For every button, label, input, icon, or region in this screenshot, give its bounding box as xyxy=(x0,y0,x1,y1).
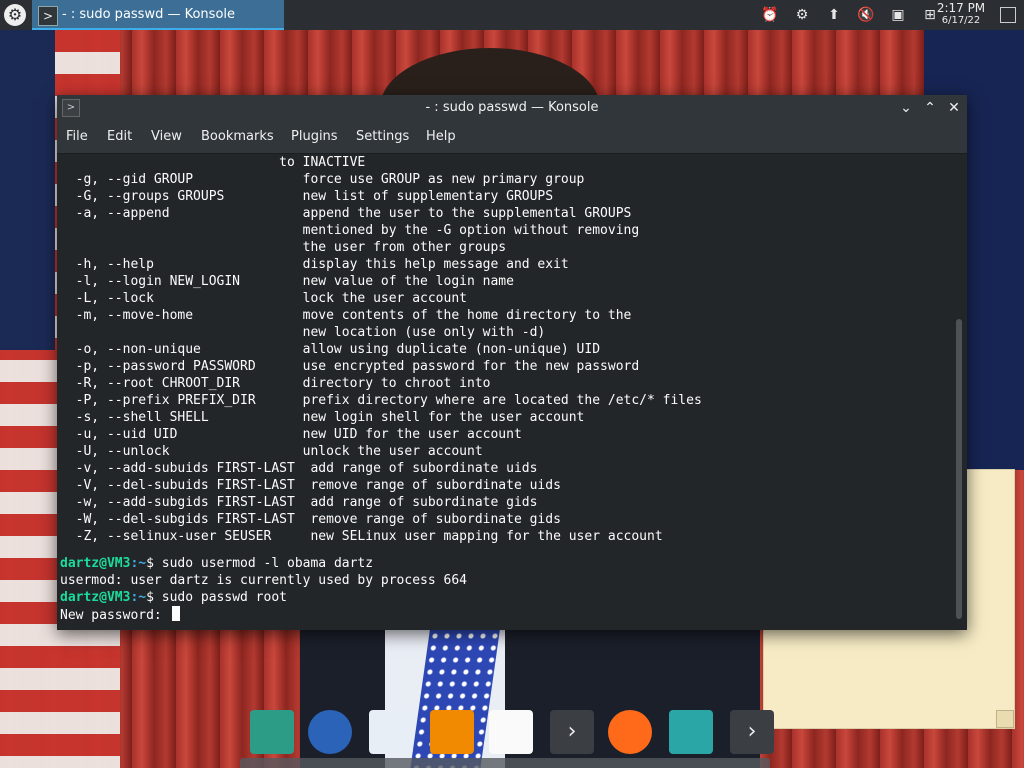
prompt-path: :~ xyxy=(130,590,147,605)
firefox-icon[interactable] xyxy=(608,710,652,754)
terminal-line: -p, --password PASSWORD use encrypted pa… xyxy=(60,359,640,374)
prompt-path: :~ xyxy=(130,556,147,571)
terminal-line: -Z, --selinux-user SEUSER new SELinux us… xyxy=(60,529,663,544)
terminal-line: -g, --gid GROUP force use GROUP as new p… xyxy=(60,172,585,187)
image-viewer-icon[interactable] xyxy=(489,710,533,754)
terminal-icon[interactable]: › xyxy=(550,710,594,754)
terminal-line: -o, --non-unique allow using duplicate (… xyxy=(60,342,601,357)
app-launcher-icon[interactable]: ⚙ xyxy=(4,4,26,26)
update-arrow-icon[interactable]: ⬆ xyxy=(824,5,844,25)
network-config-icon[interactable]: ⚙ xyxy=(792,5,812,25)
terminal-line: -L, --lock lock the user account xyxy=(60,291,467,306)
konsole-window: > - : sudo passwd — Konsole ⌄ ⌃ ✕ File E… xyxy=(57,95,967,630)
window-titlebar[interactable]: > - : sudo passwd — Konsole ⌄ ⌃ ✕ xyxy=(57,95,967,120)
menu-help[interactable]: Help xyxy=(426,129,456,144)
menu-settings[interactable]: Settings xyxy=(356,129,409,144)
taskbar-item-konsole[interactable]: > - : sudo passwd — Konsole xyxy=(32,0,284,30)
clock-time: 2:17 PM xyxy=(936,1,986,15)
clock[interactable]: 2:17 PM 6/17/22 xyxy=(934,2,988,27)
terminal-line: -R, --root CHROOT_DIR directory to chroo… xyxy=(60,376,491,391)
terminal-view[interactable]: to INACTIVE -g, --gid GROUP force use GR… xyxy=(57,154,953,630)
top-panel: ⚙ > - : sudo passwd — Konsole ⏰ ⚙ ⬆ 🔇 ▣ … xyxy=(0,0,1024,30)
password-prompt-line[interactable]: New password: xyxy=(60,606,180,623)
show-desktop-button[interactable] xyxy=(1000,7,1016,23)
menu-bookmarks[interactable]: Bookmarks xyxy=(201,129,274,144)
kde-connect-icon[interactable] xyxy=(669,710,713,754)
volume-muted-icon[interactable]: 🔇 xyxy=(856,5,876,25)
text-editor-icon[interactable] xyxy=(369,710,413,754)
tape-app-icon[interactable] xyxy=(250,710,294,754)
taskbar-item-label: - : sudo passwd — Konsole xyxy=(62,7,236,22)
system-tray: ⏰ ⚙ ⬆ 🔇 ▣ ⊞ xyxy=(760,5,940,25)
prompt-symbol: $ xyxy=(146,556,162,571)
terminal-line: -h, --help display this help message and… xyxy=(60,257,569,272)
terminal-line: -V, --del-subuids FIRST-LAST remove rang… xyxy=(60,478,561,493)
wallpaper-flag-canton xyxy=(0,30,55,350)
thunderbird-icon[interactable] xyxy=(308,710,352,754)
konsole-icon: > xyxy=(38,6,58,26)
scrollbar-thumb[interactable] xyxy=(956,319,962,619)
dock-shelf xyxy=(240,758,770,768)
note-resize-handle[interactable] xyxy=(996,710,1014,728)
monitor-icon[interactable]: ▣ xyxy=(888,5,908,25)
terminal-line: -a, --append append the user to the supp… xyxy=(60,206,632,221)
menu-edit[interactable]: Edit xyxy=(107,129,132,144)
terminal-line: -P, --prefix PREFIX_DIR prefix directory… xyxy=(60,393,702,408)
menu-plugins[interactable]: Plugins xyxy=(291,129,338,144)
terminal-command-line: dartz@VM3:~$ sudo usermod -l obama dartz xyxy=(60,555,373,572)
terminal-line: -u, --uid UID new UID for the user accou… xyxy=(60,427,522,442)
maximize-button[interactable]: ⌃ xyxy=(921,99,939,117)
vlc-icon[interactable] xyxy=(430,710,474,754)
terminal-line: the user from other groups xyxy=(60,240,507,255)
prompt-symbol: $ xyxy=(146,590,162,605)
terminal-line: -U, --unlock unlock the user account xyxy=(60,444,483,459)
terminal-line: to INACTIVE xyxy=(60,155,366,170)
prompt-user: dartz@VM3 xyxy=(60,590,131,605)
prompt-user: dartz@VM3 xyxy=(60,556,131,571)
window-title: - : sudo passwd — Konsole xyxy=(425,100,599,115)
close-button[interactable]: ✕ xyxy=(945,99,963,117)
terminal-scrollbar[interactable] xyxy=(953,154,967,630)
command-text: sudo usermod -l obama dartz xyxy=(161,556,374,571)
terminal-line: mentioned by the -G option without remov… xyxy=(60,223,640,238)
terminal-command-line: dartz@VM3:~$ sudo passwd root xyxy=(60,589,287,606)
terminal-line: new location (use only with -d) xyxy=(60,325,546,340)
terminal-line: -m, --move-home move contents of the hom… xyxy=(60,308,632,323)
password-prompt-label: New password: xyxy=(60,608,170,623)
konsole-icon[interactable]: › xyxy=(730,710,774,754)
terminal-line: -W, --del-subgids FIRST-LAST remove rang… xyxy=(60,512,561,527)
terminal-line: -v, --add-subuids FIRST-LAST add range o… xyxy=(60,461,538,476)
command-text: sudo passwd root xyxy=(161,590,287,605)
clock-date: 6/17/22 xyxy=(941,15,981,26)
updates-icon[interactable]: ⏰ xyxy=(760,5,780,25)
terminal-line: -w, --add-subgids FIRST-LAST add range o… xyxy=(60,495,538,510)
minimize-button[interactable]: ⌄ xyxy=(897,99,915,117)
terminal-output-line: usermod: user dartz is currently used by… xyxy=(60,573,467,588)
menu-file[interactable]: File xyxy=(66,129,88,144)
text-cursor xyxy=(171,606,180,621)
terminal-line: -G, --groups GROUPS new list of suppleme… xyxy=(60,189,554,204)
menu-view[interactable]: View xyxy=(151,129,182,144)
terminal-line: -l, --login NEW_LOGIN new value of the l… xyxy=(60,274,514,289)
menubar: File Edit View Bookmarks Plugins Setting… xyxy=(57,120,967,154)
terminal-line: -s, --shell SHELL new login shell for th… xyxy=(60,410,585,425)
